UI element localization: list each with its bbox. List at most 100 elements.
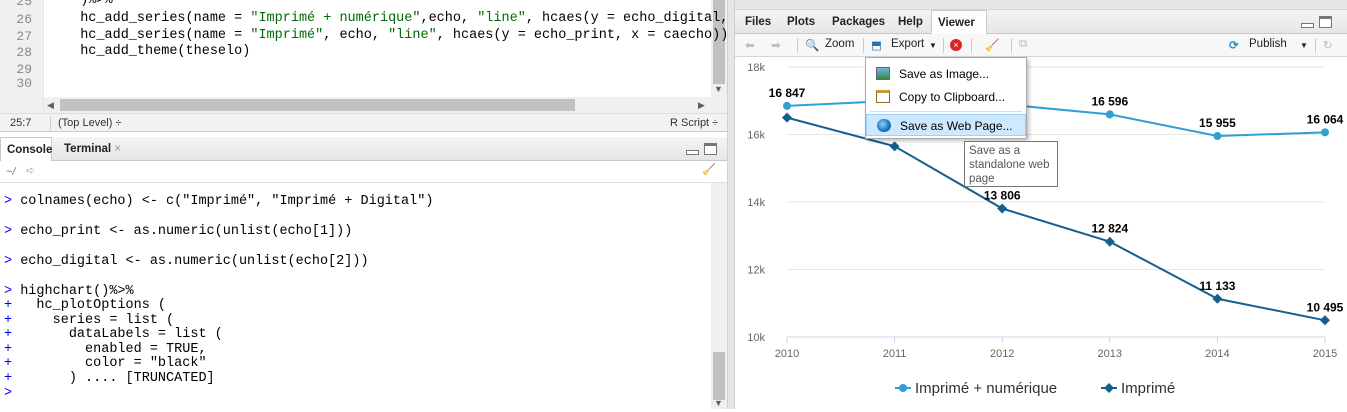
code-line[interactable]: hc_add_theme(theselo) bbox=[64, 44, 250, 59]
tab-viewer[interactable]: Viewer bbox=[931, 10, 987, 34]
clear-all-icon[interactable]: 🧹 bbox=[985, 38, 999, 52]
y-tick-label: 10k bbox=[747, 332, 765, 344]
remove-viewer-icon[interactable]: × bbox=[950, 39, 962, 51]
line-number: 28 bbox=[16, 45, 32, 60]
code-token: hc_add_series(name = bbox=[64, 11, 251, 26]
scroll-right-icon[interactable]: ▶ bbox=[698, 100, 705, 111]
globe-icon bbox=[877, 119, 891, 132]
console-prompt: + bbox=[4, 298, 13, 313]
editor-status-bar: 25:7 (Top Level) ÷ R Script ÷ bbox=[0, 113, 727, 132]
export-button[interactable]: Export bbox=[891, 38, 924, 50]
console-line: > echo_print <- as.numeric(unlist(echo[1… bbox=[4, 224, 352, 239]
console-output[interactable]: > colnames(echo) <- c("Imprimé", "Imprim… bbox=[0, 183, 711, 409]
console-prompt: > bbox=[4, 194, 13, 209]
code-line[interactable]: hc_add_series(name = "Imprimé", echo, "l… bbox=[64, 28, 727, 43]
code-token: hc_add_theme(theselo) bbox=[64, 44, 251, 59]
x-tick-label: 2012 bbox=[990, 348, 1014, 360]
maximize-icon[interactable] bbox=[704, 143, 717, 155]
back-arrow-icon[interactable]: ⬅ bbox=[745, 38, 755, 52]
source-editor[interactable]: ▼ ◀ ▶ 25 )%>% 26 hc_add_series(name = "Im… bbox=[0, 0, 727, 113]
image-icon bbox=[876, 67, 890, 80]
console-line: > highchart()%>% bbox=[4, 284, 134, 299]
y-tick-label: 14k bbox=[747, 197, 765, 209]
data-label: 12 824 bbox=[1091, 222, 1128, 236]
console-working-dir: ~/ ➪ 🧹 bbox=[0, 161, 727, 183]
maximize-icon[interactable] bbox=[1319, 16, 1332, 28]
data-point bbox=[997, 203, 1008, 214]
console-prompt: + bbox=[4, 342, 13, 357]
code-token: , hcaes(y = echo_digital, bbox=[525, 11, 727, 26]
console-line: + enabled = TRUE, bbox=[4, 342, 207, 357]
code-token: )%>% bbox=[64, 0, 113, 8]
data-point bbox=[783, 101, 791, 110]
data-point bbox=[1212, 293, 1223, 304]
editor-horizontal-scroll-thumb[interactable] bbox=[60, 99, 575, 111]
console-line: + series = list ( bbox=[4, 313, 174, 328]
code-token: , echo, bbox=[323, 28, 389, 43]
pane-top-margin bbox=[735, 0, 1347, 9]
data-point bbox=[1104, 236, 1115, 247]
clear-console-icon[interactable]: 🧹 bbox=[702, 163, 716, 176]
go-to-dir-icon[interactable]: ➪ bbox=[26, 164, 35, 177]
code-token: "Imprimé + numérique" bbox=[250, 11, 421, 26]
forward-arrow-icon[interactable]: ➡ bbox=[771, 38, 781, 52]
code-token: "Imprimé" bbox=[250, 28, 324, 43]
legend-marker bbox=[899, 384, 907, 392]
scroll-down-icon[interactable]: ▼ bbox=[714, 398, 723, 408]
console-text: echo_digital <- as.numeric(unlist(echo[2… bbox=[12, 254, 369, 269]
minimize-icon[interactable] bbox=[1301, 23, 1314, 28]
publish-button[interactable]: Publish bbox=[1249, 38, 1287, 50]
pane-splitter[interactable] bbox=[727, 0, 735, 409]
file-type-selector[interactable]: R Script ÷ bbox=[670, 117, 718, 129]
menu-item-save-image[interactable]: Save as Image... bbox=[866, 63, 1026, 85]
legend-item: Imprimé bbox=[1121, 380, 1175, 397]
console-scroll-thumb[interactable] bbox=[713, 352, 725, 400]
line-number: 30 bbox=[16, 76, 32, 91]
refresh-icon[interactable]: ↻ bbox=[1323, 38, 1333, 52]
console-text: highchart()%>% bbox=[12, 284, 134, 299]
scroll-left-icon[interactable]: ◀ bbox=[47, 100, 54, 111]
code-line[interactable]: )%>% bbox=[64, 0, 113, 8]
code-line[interactable]: hc_add_series(name = "Imprimé + numériqu… bbox=[64, 11, 727, 26]
popout-icon[interactable]: ⧉ bbox=[1019, 38, 1027, 51]
console-text: ) .... [TRUNCATED] bbox=[12, 371, 215, 386]
data-label: 15 955 bbox=[1199, 116, 1236, 130]
menu-tooltip: Save as a standalone web page bbox=[964, 141, 1058, 187]
scroll-down-icon[interactable]: ▼ bbox=[714, 84, 723, 94]
export-menu: Save as Image... Copy to Clipboard... Sa… bbox=[865, 57, 1027, 139]
code-token: hc_add_series(name = bbox=[64, 28, 251, 43]
tab-files[interactable]: Files bbox=[739, 10, 777, 34]
chevron-down-icon: ▼ bbox=[929, 41, 937, 50]
tab-packages[interactable]: Packages bbox=[826, 10, 891, 34]
menu-item-save-web-page[interactable]: Save as Web Page... bbox=[866, 114, 1026, 136]
console-text: "Imprimé + Digital" bbox=[271, 194, 426, 209]
console-line: + ) .... [TRUNCATED] bbox=[4, 371, 215, 386]
console-prompt: > bbox=[4, 224, 13, 239]
line-number: 27 bbox=[16, 29, 32, 44]
code-token: , hcaes(y = echo_print, x = caecho)) bbox=[436, 28, 727, 43]
x-tick-label: 2010 bbox=[775, 348, 799, 360]
console-text: dataLabels = list ( bbox=[12, 327, 223, 342]
menu-item-copy-clipboard[interactable]: Copy to Clipboard... bbox=[866, 86, 1026, 108]
y-tick-label: 12k bbox=[747, 265, 765, 277]
console-prompt: + bbox=[4, 327, 13, 342]
tab-plots[interactable]: Plots bbox=[781, 10, 821, 34]
console-text: colnames(echo) <- c( bbox=[12, 194, 183, 209]
data-label: 16 596 bbox=[1091, 94, 1128, 108]
x-tick-label: 2015 bbox=[1313, 348, 1337, 360]
close-icon[interactable]: × bbox=[114, 143, 121, 155]
data-point bbox=[889, 141, 900, 152]
tab-terminal[interactable]: Terminal × bbox=[58, 137, 128, 161]
zoom-button[interactable]: Zoom bbox=[825, 38, 854, 50]
console-line: > colnames(echo) <- c("Imprimé", "Imprim… bbox=[4, 194, 433, 209]
scope-selector[interactable]: (Top Level) ÷ bbox=[58, 117, 122, 129]
tab-console[interactable]: Console bbox=[0, 137, 52, 161]
console-prompt: + bbox=[4, 356, 13, 371]
zoom-icon[interactable]: 🔍 bbox=[805, 38, 819, 52]
cursor-position: 25:7 bbox=[10, 117, 32, 129]
y-tick-label: 16k bbox=[747, 130, 765, 142]
data-point bbox=[782, 112, 792, 123]
console-text: enabled = TRUE, bbox=[12, 342, 207, 357]
minimize-icon[interactable] bbox=[686, 150, 699, 155]
tab-help[interactable]: Help bbox=[892, 10, 929, 34]
